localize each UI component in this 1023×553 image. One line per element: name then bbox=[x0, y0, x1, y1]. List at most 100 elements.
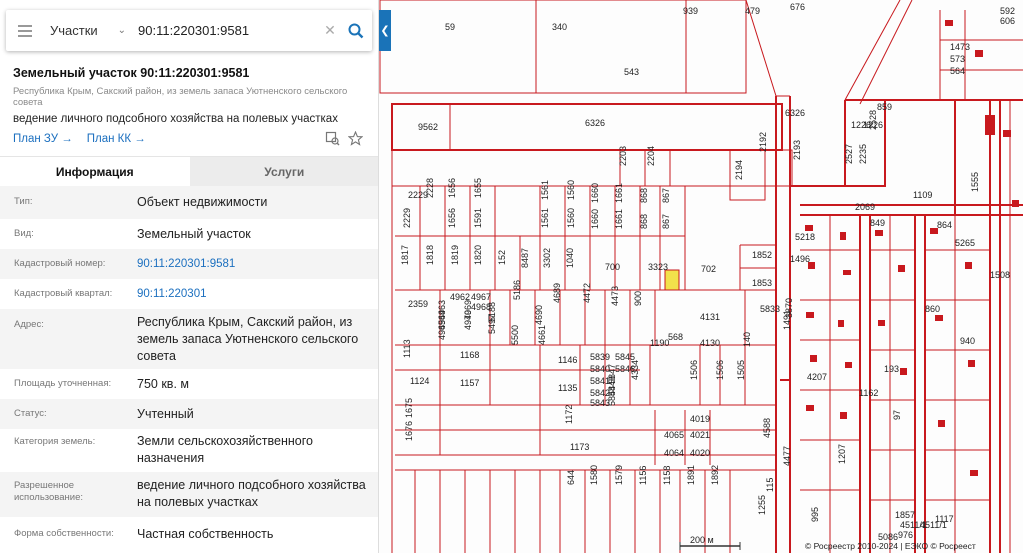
parcel-label: 1109 bbox=[913, 190, 932, 200]
parcel-label: 5186 bbox=[512, 280, 522, 300]
info-value: 750 кв. м bbox=[137, 377, 189, 391]
parcel-label: 568 bbox=[668, 332, 683, 342]
parcel-label: 1819 bbox=[450, 245, 460, 265]
parcel-label: 1660 bbox=[590, 183, 600, 203]
tab-information[interactable]: Информация bbox=[0, 157, 190, 186]
parcel-label: 976 bbox=[898, 530, 913, 540]
parcel-label: 2235 bbox=[858, 144, 868, 164]
parcel-label: 2194 bbox=[734, 160, 744, 180]
parcel-label: 1561 bbox=[540, 180, 550, 200]
parcel-label: 868 bbox=[639, 214, 649, 229]
parcel-label: 1162 bbox=[859, 388, 878, 398]
close-icon[interactable]: ✕ bbox=[320, 22, 340, 39]
parcel-label: 1675 bbox=[404, 398, 414, 418]
parcel-label: 4661 bbox=[537, 325, 547, 345]
parcel-label: 995 bbox=[810, 507, 820, 522]
search-input[interactable] bbox=[134, 18, 320, 43]
star-icon[interactable] bbox=[348, 131, 363, 146]
chevron-down-icon: ⌄ bbox=[117, 25, 126, 36]
parcel-label: 644 bbox=[566, 470, 576, 485]
info-label: Кадастровый квартал: bbox=[14, 288, 113, 299]
parcel-label: 4690 bbox=[534, 305, 544, 325]
info-value: Земли сельскохозяйственного назначения bbox=[137, 434, 313, 465]
parcel-label: 4131 bbox=[700, 312, 720, 322]
chevron-left-icon[interactable]: ❮ bbox=[379, 10, 391, 51]
parcel-label: 152 bbox=[497, 250, 507, 265]
selected-parcel-9581[interactable] bbox=[664, 269, 680, 291]
parcel-label: 2203 bbox=[618, 146, 628, 166]
cadastral-quarter-link[interactable]: 90:11:220301 bbox=[137, 286, 367, 303]
info-value: ведение личного подсобного хозяйства на … bbox=[137, 478, 366, 509]
parcel-label: 1591 bbox=[473, 208, 483, 228]
parcel-label: 1655 bbox=[473, 178, 483, 198]
info-label: Тип: bbox=[14, 196, 33, 207]
search-type-label: Участки bbox=[50, 23, 98, 38]
info-label: Форма собственности: bbox=[14, 528, 114, 539]
parcel-label: 868 bbox=[639, 188, 649, 203]
parcel-label: 859 bbox=[877, 102, 892, 112]
parcel-label: 5265 bbox=[955, 238, 975, 248]
info-row-address: Адрес: Республика Крым, Сакский район, и… bbox=[0, 309, 378, 369]
parcel-label: 1168 bbox=[460, 350, 479, 360]
parcel-label: 1857 bbox=[895, 510, 915, 520]
plan-links: План ЗУ → План КК → bbox=[13, 133, 146, 145]
search-icon[interactable] bbox=[340, 23, 372, 39]
parcel-label: 4207 bbox=[807, 372, 827, 382]
scale-label: 200 м bbox=[690, 535, 714, 545]
parcel-label: 700 bbox=[605, 262, 620, 272]
copyright-text: © Росреестр 2010-2024 | ЕЭКО © Росреест bbox=[805, 541, 976, 551]
info-label: Статус: bbox=[14, 408, 47, 419]
parcel-label: 676 bbox=[790, 2, 805, 12]
parcel-label: 1661 bbox=[614, 209, 624, 229]
plan-kk-link[interactable]: План КК → bbox=[87, 133, 146, 145]
panel-tabs: Информация Услуги bbox=[0, 156, 378, 186]
object-tools bbox=[325, 131, 363, 146]
parcel-label: 2192 bbox=[758, 132, 768, 152]
parcel-label: 6326 bbox=[585, 118, 605, 128]
parcel-label: 867 bbox=[661, 188, 671, 203]
road-edge bbox=[859, 0, 913, 105]
parcel-label: 1555 bbox=[970, 172, 980, 192]
info-label: Вид: bbox=[14, 228, 34, 239]
parcel-label: 3323 bbox=[648, 262, 668, 272]
menu-icon[interactable] bbox=[6, 10, 44, 51]
parcel-label: 2204 bbox=[646, 146, 656, 166]
parcel-label: 1473 bbox=[950, 42, 970, 52]
info-row-status: Статус: Учтенный bbox=[0, 399, 378, 429]
parcel-label: 1561 bbox=[540, 208, 550, 228]
parcel-label: 1491 bbox=[782, 310, 792, 330]
parcel-label: 1817 bbox=[400, 245, 410, 265]
parcel-label: 1156 bbox=[638, 466, 648, 485]
parcel-label: 573 bbox=[950, 54, 965, 64]
search-type-select[interactable]: Участки ⌄ bbox=[44, 19, 134, 43]
parcel-label: 1853 bbox=[752, 278, 772, 288]
streets bbox=[775, 96, 1023, 553]
copy-link-icon[interactable] bbox=[325, 131, 340, 146]
parcel-label: 849 bbox=[870, 218, 885, 228]
parcel-label: 702 bbox=[701, 264, 716, 274]
parcel-label: 4970 bbox=[463, 310, 473, 330]
parcel-label: 9562 bbox=[418, 122, 438, 132]
parcel-label: 1506 bbox=[715, 360, 725, 380]
parcel[interactable] bbox=[535, 0, 687, 94]
info-row-cadastral-quarter: Кадастровый квартал: 90:11:220301 bbox=[0, 279, 378, 309]
parcel-labels: 59 340 939 479 676 592606 1473 573 564 543 859 6326… bbox=[400, 2, 1015, 542]
parcel-label: 4020 bbox=[690, 448, 710, 458]
info-label: Кадастровый номер: bbox=[14, 258, 106, 269]
parcel-label: 97 bbox=[892, 410, 902, 420]
parcel-label: 4588 bbox=[762, 418, 772, 438]
info-row-area: Площадь уточненная: 750 кв. м bbox=[0, 369, 378, 399]
parcel-label: 4021 bbox=[690, 430, 710, 440]
tab-services[interactable]: Услуги bbox=[189, 157, 378, 186]
buildings bbox=[805, 20, 1019, 476]
cadastral-number-link[interactable]: 90:11:220301:9581 bbox=[137, 256, 367, 273]
parcel-label: 5218 bbox=[795, 232, 815, 242]
parcel[interactable] bbox=[379, 0, 537, 94]
parcel-label: 5844 bbox=[607, 386, 617, 406]
plan-zu-link[interactable]: План ЗУ → bbox=[13, 133, 73, 145]
parcel-label: 1891 bbox=[686, 465, 696, 485]
parcel-label: 940 bbox=[960, 336, 975, 346]
parcel-label: 1135 bbox=[558, 383, 577, 393]
parcel-label: 1661 bbox=[614, 183, 624, 203]
parcel-label: 1113 bbox=[402, 339, 412, 358]
